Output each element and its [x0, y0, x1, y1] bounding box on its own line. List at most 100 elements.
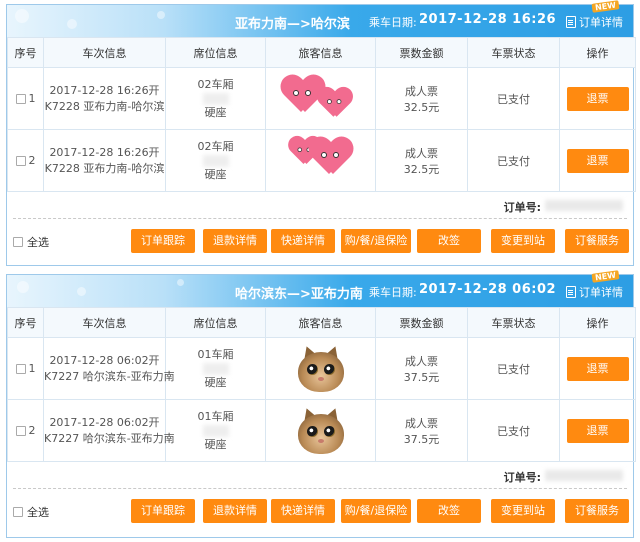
refund-button[interactable]: 退票: [566, 86, 629, 111]
col-seq: 序号: [7, 307, 44, 338]
train-route: K7228 亚布力南-哈尔滨: [44, 99, 165, 113]
seat-type: 硬座: [204, 375, 227, 389]
ticket-price: 32.5元: [403, 162, 440, 176]
ticket-type: 成人票: [405, 354, 438, 368]
passenger-avatar: [271, 70, 371, 128]
ticket-price: 37.5元: [403, 370, 440, 384]
ticket-status: 已支付: [467, 399, 560, 462]
order-detail-link[interactable]: 订单详情: [566, 14, 623, 30]
table-row: 1 2017-12-28 16:26开 K7228 亚布力南-哈尔滨 02车厢 硬座…: [7, 67, 636, 130]
table-row: 1 2017-12-28 06:02开 K7227 哈尔滨东-亚布力南 01车厢硬…: [7, 337, 636, 400]
select-all[interactable]: 全选: [13, 504, 49, 520]
travel-date-label: 乘车日期:: [369, 286, 417, 299]
heart-icon: [309, 138, 353, 178]
order-detail-label: 订单详情: [579, 16, 623, 29]
col-status: 车票状态: [467, 37, 560, 68]
col-status: 车票状态: [467, 307, 560, 338]
refund-button[interactable]: 退票: [566, 356, 629, 381]
train-time: 2017-12-28 16:26开: [49, 83, 160, 97]
checkbox-icon[interactable]: [15, 155, 26, 166]
order-detail-link[interactable]: 订单详情: [566, 284, 623, 300]
order-number-blurred: [545, 200, 623, 211]
ticket-status: 已支付: [467, 337, 560, 400]
snowflake-decoration: [157, 11, 165, 19]
select-all-label: 全选: [27, 236, 49, 249]
new-badge: NEW: [591, 270, 620, 283]
change-ticket-button[interactable]: 改签: [417, 499, 481, 523]
seat-type: 硬座: [204, 437, 227, 451]
col-operation: 操作: [559, 37, 636, 68]
car-number: 01车厢: [197, 347, 234, 361]
train-route: K7227 哈尔滨东-亚布力南: [44, 431, 175, 445]
car-number: 01车厢: [197, 409, 234, 423]
snowflake-decoration: [67, 19, 77, 29]
order-card: 哈尔滨东—>亚布力南 乘车日期: 2017-12-28 06:02 订单详情 N…: [6, 270, 636, 538]
change-ticket-button[interactable]: 改签: [417, 229, 481, 253]
order-actions: 全选 订单跟踪 退款详情 快递详情 购/餐/退保险 改签 变更到站 订餐服务: [7, 489, 633, 529]
snowflake-decoration: [17, 281, 29, 293]
col-seat: 席位信息: [165, 307, 266, 338]
route-title: 亚布力南—>哈尔滨: [235, 17, 350, 32]
col-passenger: 旅客信息: [265, 37, 376, 68]
order-number-row: 订单号:: [7, 192, 633, 218]
seat-number-blurred: [202, 424, 229, 437]
heart-icon: [317, 88, 352, 120]
table-row: 2 2017-12-28 16:26开 K7228 亚布力南-哈尔滨 02车厢 硬座…: [7, 129, 636, 192]
refund-button[interactable]: 退票: [566, 418, 629, 443]
row-seq: 2: [28, 154, 36, 167]
insurance-button[interactable]: 购/餐/退保险: [341, 499, 411, 523]
meal-service-button[interactable]: 订餐服务: [565, 229, 629, 253]
refund-detail-button[interactable]: 退款详情: [203, 229, 267, 253]
row-seq: 2: [28, 424, 36, 437]
seat-type: 硬座: [204, 105, 227, 119]
travel-date-value: 2017-12-28 16:26: [419, 12, 557, 27]
cat-face-icon: [297, 351, 344, 392]
checkbox-icon[interactable]: [13, 237, 23, 247]
order-number-label: 订单号:: [503, 471, 541, 484]
select-all[interactable]: 全选: [13, 234, 49, 250]
document-icon: [566, 286, 576, 298]
order-number-row: 订单号:: [7, 462, 633, 488]
express-detail-button[interactable]: 快递详情: [271, 229, 335, 253]
order-tracking-button[interactable]: 订单跟踪: [131, 229, 195, 253]
car-number: 02车厢: [197, 77, 234, 91]
checkbox-icon[interactable]: [15, 363, 26, 374]
ticket-price: 37.5元: [403, 432, 440, 446]
refund-button[interactable]: 退票: [566, 148, 629, 173]
cat-face-icon: [297, 413, 344, 454]
train-time: 2017-12-28 06:02开: [49, 415, 160, 429]
select-all-label: 全选: [27, 506, 49, 519]
snowflake-decoration: [177, 279, 184, 286]
change-station-button[interactable]: 变更到站: [491, 229, 555, 253]
train-route: K7228 亚布力南-哈尔滨: [44, 161, 165, 175]
table-row: 2 2017-12-28 06:02开 K7227 哈尔滨东-亚布力南 01车厢硬…: [7, 399, 636, 462]
passenger-avatar: [297, 405, 344, 456]
passenger-avatar: [297, 343, 344, 394]
checkbox-icon[interactable]: [15, 93, 26, 104]
snowflake-decoration: [15, 9, 29, 23]
order-number-label: 订单号:: [503, 201, 541, 214]
route-title: 哈尔滨东—>亚布力南: [235, 287, 363, 302]
checkbox-icon[interactable]: [13, 507, 23, 517]
order-number-blurred: [545, 470, 623, 481]
order-detail-label: 订单详情: [579, 286, 623, 299]
checkbox-icon[interactable]: [15, 425, 26, 436]
order-card: 亚布力南—>哈尔滨 乘车日期: 2017-12-28 16:26 订单详情 NE…: [6, 0, 636, 266]
meal-service-button[interactable]: 订餐服务: [565, 499, 629, 523]
order-tracking-button[interactable]: 订单跟踪: [131, 499, 195, 523]
col-seat: 席位信息: [165, 37, 266, 68]
order-header: 哈尔滨东—>亚布力南 乘车日期: 2017-12-28 06:02 订单详情 N…: [7, 270, 633, 307]
col-train: 车次信息: [43, 37, 166, 68]
passenger-avatar: [271, 132, 371, 190]
snowflake-decoration: [77, 287, 86, 296]
ticket-type: 成人票: [405, 416, 438, 430]
seat-number-blurred: [202, 362, 229, 375]
express-detail-button[interactable]: 快递详情: [271, 499, 335, 523]
change-station-button[interactable]: 变更到站: [491, 499, 555, 523]
seat-number-blurred: [202, 92, 229, 105]
ticket-table: 序号 车次信息 席位信息 旅客信息 票数金额 车票状态 操作 1 2017-12…: [7, 307, 636, 462]
refund-detail-button[interactable]: 退款详情: [203, 499, 267, 523]
document-icon: [566, 16, 576, 28]
col-price: 票数金额: [375, 37, 468, 68]
insurance-button[interactable]: 购/餐/退保险: [341, 229, 411, 253]
